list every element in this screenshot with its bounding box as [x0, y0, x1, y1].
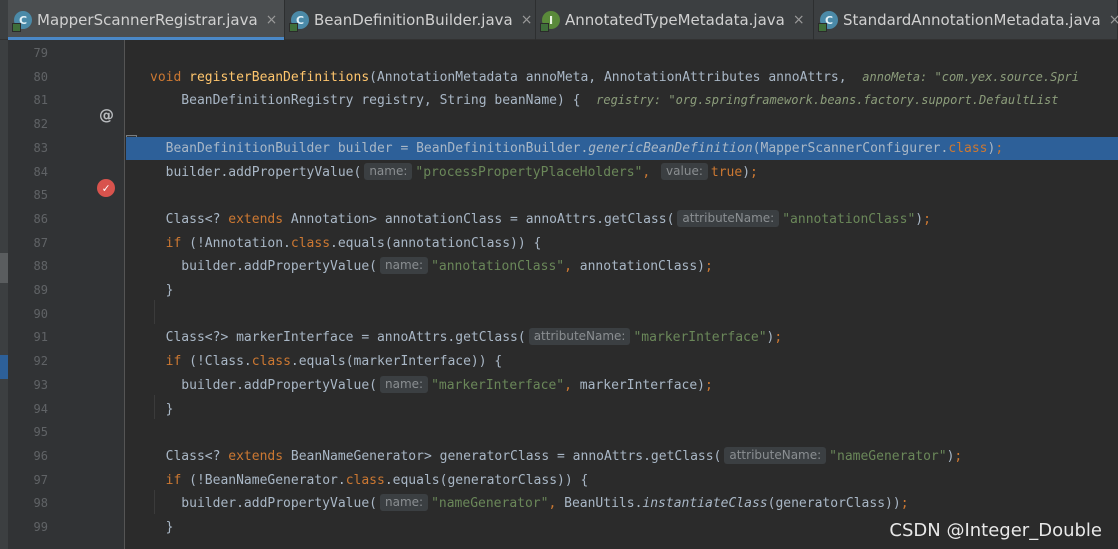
override-marker-icon[interactable]: @ [99, 106, 114, 124]
code-line[interactable]: void registerBeanDefinitions(AnnotationM… [126, 66, 1118, 90]
code-line[interactable]: builder.addPropertyValue(name: "annotatio… [126, 255, 1118, 279]
line-number: 82 [33, 117, 48, 132]
parameter-hint: name: [379, 375, 429, 393]
line-number: 80 [33, 69, 48, 84]
tab-label: StandardAnnotationMetadata.java [843, 11, 1101, 29]
code-line[interactable]: if (!Class.class.equals(markerInterface)… [126, 350, 1118, 374]
code-text: builder.addPropertyValue(name: "markerInt… [150, 375, 713, 393]
code-text: } [150, 520, 174, 535]
parameter-hint: name: [379, 257, 429, 275]
code-text: builder.addPropertyValue(name: "nameGener… [150, 494, 909, 512]
line-number: 92 [33, 354, 48, 369]
tab-mapper-scanner-registrar[interactable]: C MapperScannerRegistrar.java × [8, 0, 285, 40]
class-icon: C [12, 11, 32, 32]
line-number: 97 [33, 472, 48, 487]
tab-annotated-type-metadata[interactable]: I AnnotatedTypeMetadata.java × [536, 0, 814, 40]
inline-debug-value: annoMeta: "com.yex.source.Spri [862, 69, 1079, 84]
code-text: BeanDefinitionBuilder builder = BeanDefi… [150, 140, 1004, 156]
code-line[interactable]: Class<? extends Annotation> annotationCl… [126, 208, 1118, 232]
tool-window-marker [0, 253, 8, 283]
line-number: 89 [33, 283, 48, 297]
close-icon[interactable]: × [266, 12, 278, 28]
code-line[interactable]: BeanDefinitionRegistry registry, String … [126, 89, 1118, 113]
code-line[interactable] [126, 421, 1118, 445]
code-line[interactable]: } [126, 398, 1118, 422]
tool-window-marker-active [0, 355, 8, 379]
tab-label: BeanDefinitionBuilder.java [314, 11, 513, 29]
code-text: Class<?> markerInterface = annoAttrs.get… [150, 328, 783, 346]
line-number: 83 [33, 140, 48, 155]
tab-label: AnnotatedTypeMetadata.java [565, 11, 785, 29]
code-line[interactable] [126, 303, 1118, 327]
line-number: 93 [33, 377, 48, 392]
line-number: 79 [33, 46, 48, 60]
parameter-hint: value: [661, 162, 708, 180]
code-text: void registerBeanDefinitions(AnnotationM… [150, 69, 1079, 85]
line-number: 96 [33, 448, 48, 463]
code-line[interactable]: } [126, 279, 1118, 303]
line-number: 90 [33, 306, 48, 321]
close-icon[interactable]: × [521, 12, 533, 28]
parameter-hint: attributeName: [528, 328, 631, 346]
code-line[interactable] [126, 184, 1118, 208]
code-text: Class<? extends Annotation> annotationCl… [150, 209, 931, 227]
tool-window-strip [0, 40, 8, 549]
code-text: } [150, 401, 174, 417]
code-text: if (!Annotation.class.equals(annotationC… [165, 235, 542, 251]
class-icon: C [289, 11, 309, 32]
line-number: 88 [33, 259, 48, 274]
code-line[interactable]: builder.addPropertyValue(name: "processPr… [126, 161, 1118, 185]
parameter-hint: attributeName: [677, 209, 780, 227]
code-line[interactable]: builder.addPropertyValue(name: "markerInt… [126, 374, 1118, 398]
code-line[interactable]: if (!Annotation.class.equals(annotationC… [126, 232, 1118, 256]
code-text: if (!BeanNameGenerator.class.equals(gene… [165, 472, 589, 488]
code-line[interactable]: Class<?> markerInterface = annoAttrs.get… [126, 326, 1118, 350]
code-text: BeanDefinitionRegistry registry, String … [150, 93, 1059, 109]
watermark: CSDN @Integer_Double [889, 520, 1102, 541]
code-text: builder.addPropertyValue(name: "processPr… [150, 162, 758, 180]
highlighted-code-line[interactable]: BeanDefinitionBuilder builder = BeanDefi… [126, 136, 1118, 161]
tab-standard-annotation-metadata[interactable]: C StandardAnnotationMetadata.java × [814, 0, 1118, 40]
line-number: 86 [33, 211, 48, 226]
interface-icon: I [540, 11, 560, 32]
code-line[interactable]: Class<? extends BeanNameGenerator> gener… [126, 445, 1118, 469]
line-number-gutter: @ ✓ 79 80 81 82 83 84 85 86 87 88 89 90 91 92 93 94 95 96… [8, 40, 137, 549]
code-editor[interactable]: void registerBeanDefinitions(AnnotationM… [126, 40, 1118, 549]
tab-label: MapperScannerRegistrar.java [37, 11, 258, 29]
code-line[interactable]: builder.addPropertyValue(name: "nameGener… [126, 492, 1118, 516]
parameter-hint: name: [379, 494, 429, 512]
breakpoint-icon[interactable]: ✓ [97, 179, 115, 197]
code-text: } [150, 283, 174, 298]
line-number: 98 [33, 496, 48, 511]
line-number: 91 [33, 330, 48, 345]
line-number: 85 [33, 188, 48, 203]
class-icon: C [818, 11, 838, 32]
line-number: 87 [33, 235, 48, 250]
line-number: 99 [33, 520, 48, 534]
editor-tab-bar: C MapperScannerRegistrar.java × C BeanDe… [0, 0, 1118, 40]
code-text: if (!Class.class.equals(markerInterface)… [165, 354, 503, 370]
code-line[interactable] [126, 113, 1118, 137]
line-number: 84 [33, 164, 48, 179]
code-line[interactable] [126, 42, 1118, 66]
line-number: 95 [33, 425, 48, 440]
close-icon[interactable]: × [1109, 12, 1118, 28]
close-icon[interactable]: × [793, 12, 805, 28]
tab-bean-definition-builder[interactable]: C BeanDefinitionBuilder.java × [285, 0, 536, 40]
parameter-hint: attributeName: [724, 446, 827, 464]
code-text: Class<? extends BeanNameGenerator> gener… [150, 446, 963, 464]
line-number: 81 [33, 93, 48, 108]
line-number: 94 [33, 401, 48, 416]
inline-debug-value: registry: "org.springframework.beans.fac… [596, 93, 1059, 108]
code-line[interactable]: if (!BeanNameGenerator.class.equals(gene… [126, 469, 1118, 493]
code-text: builder.addPropertyValue(name: "annotatio… [150, 257, 713, 275]
parameter-hint: name: [364, 162, 413, 180]
